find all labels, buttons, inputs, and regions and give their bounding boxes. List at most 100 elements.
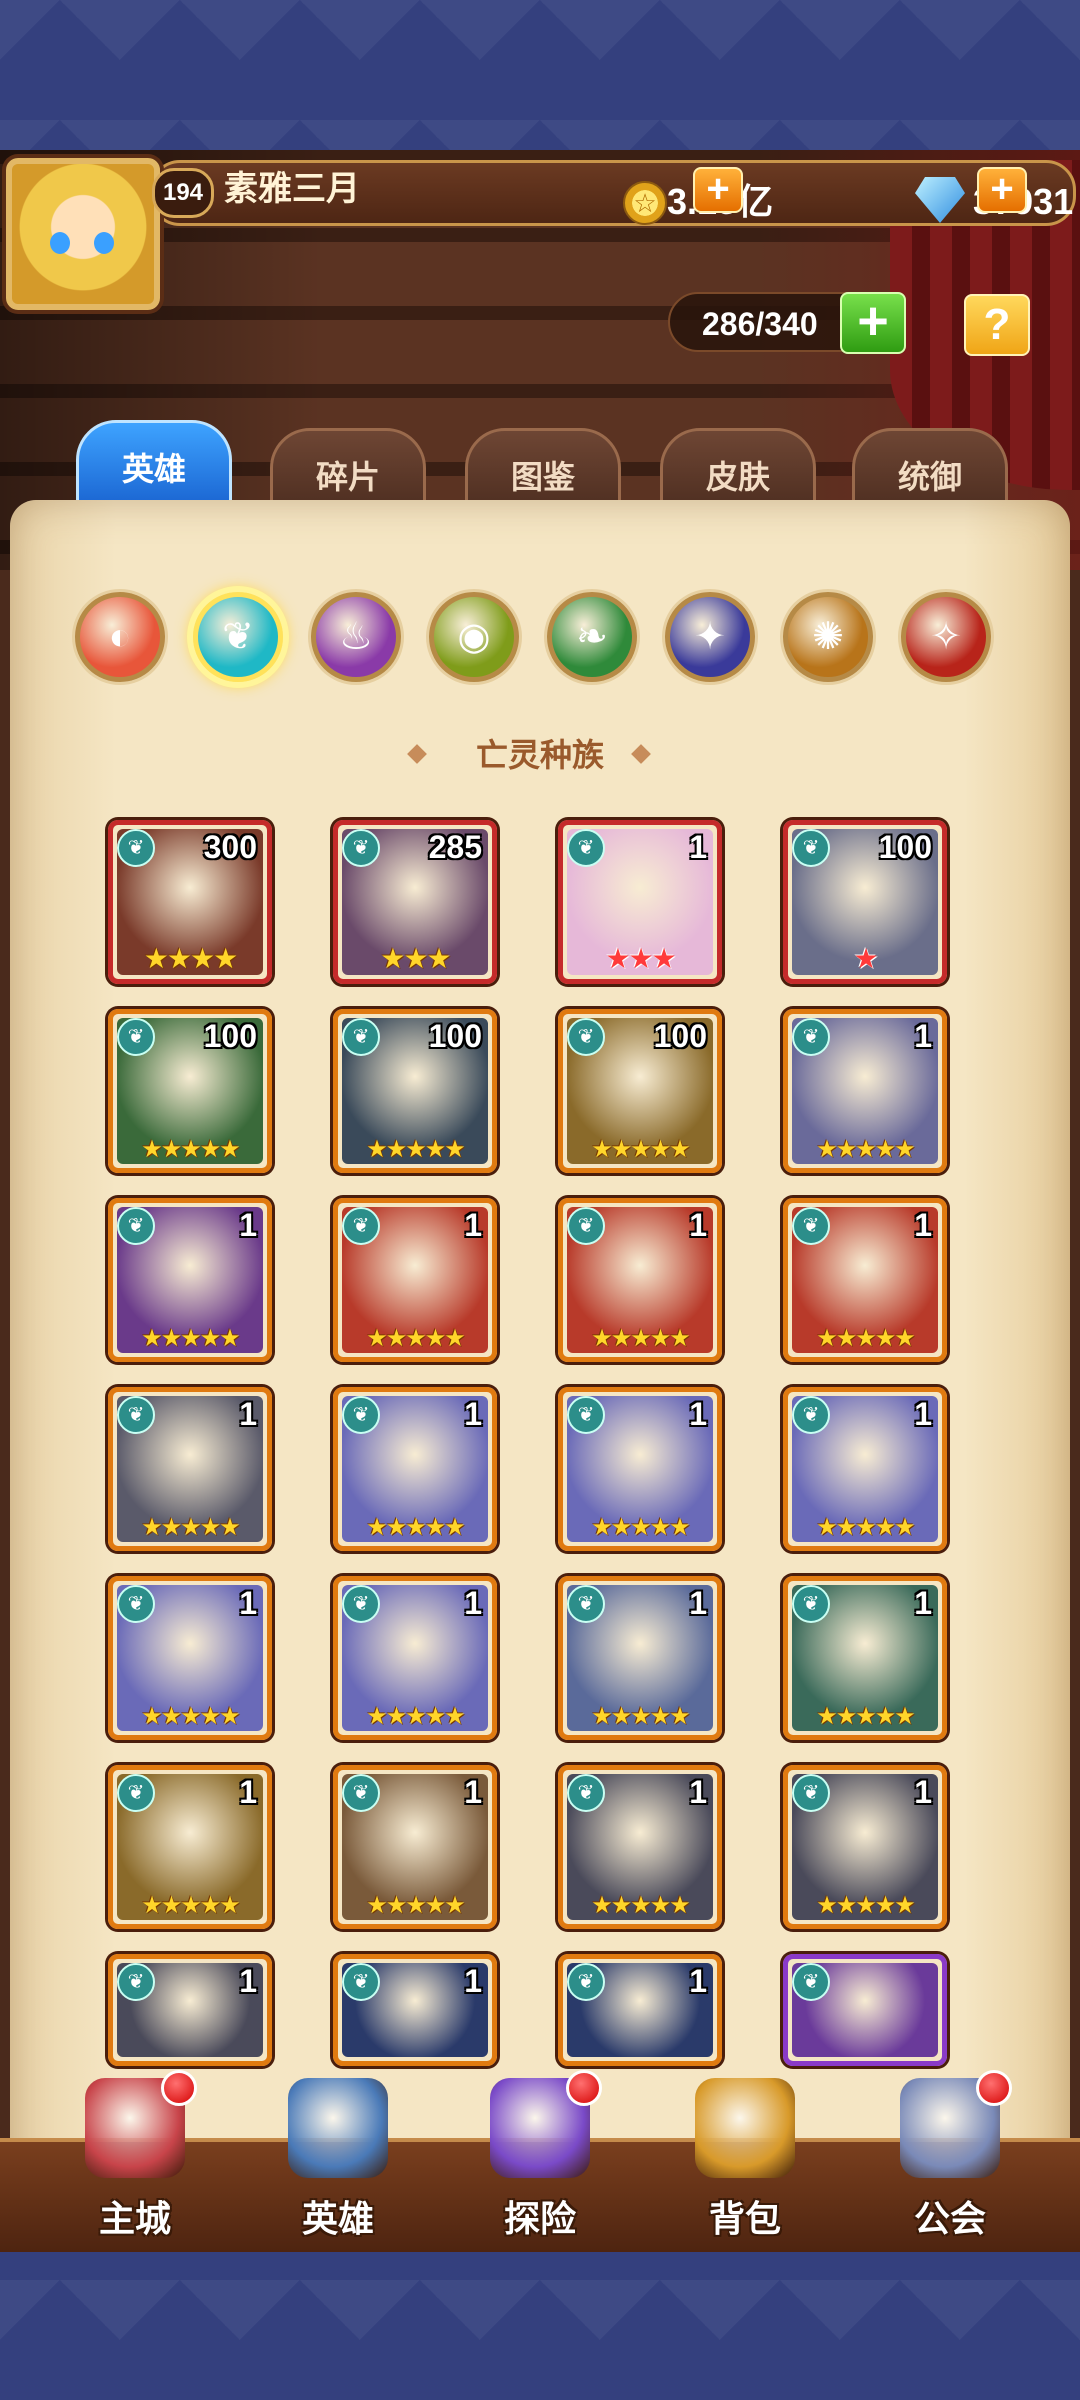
hero-count: 1 bbox=[914, 1207, 932, 1243]
hero-card[interactable]: ❦ 1 ★★★★★ bbox=[783, 1576, 947, 1740]
hero-card[interactable]: ❦ 1 bbox=[558, 1954, 722, 2066]
hero-card[interactable]: ❦ 1 ★★★★★ bbox=[558, 1765, 722, 1929]
hero-portrait-icon bbox=[288, 2078, 388, 2178]
nature-icon[interactable]: ❧ bbox=[547, 592, 637, 682]
undead-race-icon: ❦ bbox=[117, 1207, 155, 1245]
chaos-icon[interactable]: ✧ bbox=[901, 592, 991, 682]
hero-card[interactable]: ❦ 1 ★★★★★ bbox=[558, 1387, 722, 1551]
help-button[interactable]: ? bbox=[964, 294, 1030, 356]
undead-race-icon: ❦ bbox=[117, 829, 155, 867]
hero-card[interactable]: ❦ 1 ★★★★★ bbox=[333, 1387, 497, 1551]
hero-count: 1 bbox=[914, 1396, 932, 1432]
hero-card[interactable]: ❦ 1 ★★★★★ bbox=[783, 1198, 947, 1362]
hero-count: 1 bbox=[464, 1963, 482, 1999]
notification-dot bbox=[976, 2070, 1012, 2106]
dark-icon[interactable]: ✦ bbox=[665, 592, 755, 682]
star-rating: ★★★★★ bbox=[141, 1892, 241, 1919]
nav-label: 探险 bbox=[503, 2198, 576, 2239]
star-rating: ★★★★★ bbox=[816, 1514, 916, 1541]
hero-card[interactable]: ❦ 1 ★★★★★ bbox=[333, 1198, 497, 1362]
hero-card[interactable]: ❦ 1 bbox=[333, 1954, 497, 2066]
hero-card[interactable]: ❦ 1 ★★★★★ bbox=[333, 1576, 497, 1740]
undead-race-icon: ❦ bbox=[792, 1396, 830, 1434]
undead-race-icon: ❦ bbox=[792, 1963, 830, 2001]
notification-dot bbox=[566, 2070, 602, 2106]
undead-race-icon: ❦ bbox=[342, 1774, 380, 1812]
hero-card[interactable]: ❦ 100 ★★★★★ bbox=[333, 1009, 497, 1173]
undead-race-icon: ❦ bbox=[567, 829, 605, 867]
nav-portal[interactable]: 探险 bbox=[460, 2070, 620, 2250]
hero-card[interactable]: ❦ 1 ★★★★★ bbox=[783, 1009, 947, 1173]
demon-icon[interactable]: ♨ bbox=[311, 592, 401, 682]
light-icon[interactable]: ✺ bbox=[783, 592, 873, 682]
undead-race-icon: ❦ bbox=[342, 1018, 380, 1056]
add-gold-button[interactable]: + bbox=[693, 167, 743, 213]
undead-race-icon: ❦ bbox=[342, 1207, 380, 1245]
hero-count: 1 bbox=[239, 1774, 257, 1810]
hero-card[interactable]: ❦ 1 ★★★★★ bbox=[333, 1765, 497, 1929]
hero-card[interactable]: ❦ 1 ★★★★★ bbox=[108, 1765, 272, 1929]
hero-card[interactable]: ❦ 1 ★★★ bbox=[558, 820, 722, 984]
all-factions-icon[interactable]: ◐ bbox=[75, 592, 165, 682]
nav-hero-portrait[interactable]: 英雄 bbox=[258, 2070, 418, 2250]
nav-label: 主城 bbox=[98, 2198, 171, 2239]
star-rating: ★★★★★ bbox=[591, 1136, 691, 1163]
star-rating: ★ bbox=[853, 943, 878, 974]
hero-card[interactable]: ❦ 1 ★★★★★ bbox=[108, 1576, 272, 1740]
hero-count: 1 bbox=[689, 1774, 707, 1810]
hero-count: 1 bbox=[239, 1963, 257, 1999]
hero-count: 1 bbox=[689, 1585, 707, 1621]
star-rating: ★★★★★ bbox=[591, 1325, 691, 1352]
nav-guild-tower[interactable]: 公会 bbox=[870, 2070, 1030, 2250]
player-level-badge: 194 bbox=[152, 168, 214, 218]
notification-dot bbox=[161, 2070, 197, 2106]
star-rating: ★★★★★ bbox=[366, 1136, 466, 1163]
star-rating: ★★★★★ bbox=[366, 1703, 466, 1730]
nav-castle[interactable]: 主城 bbox=[55, 2070, 215, 2250]
add-gems-button[interactable]: + bbox=[977, 167, 1027, 213]
hero-count: 1 bbox=[464, 1207, 482, 1243]
hero-count: 300 bbox=[203, 829, 257, 865]
hero-card[interactable]: ❦ 100 ★★★★★ bbox=[108, 1009, 272, 1173]
undead-race-icon: ❦ bbox=[117, 1774, 155, 1812]
hero-card[interactable]: ❦ 1 ★★★★★ bbox=[783, 1387, 947, 1551]
hero-card[interactable]: ❦ 1 ★★★★★ bbox=[783, 1765, 947, 1929]
hero-count: 1 bbox=[689, 1963, 707, 1999]
hero-card[interactable]: ❦ 1 bbox=[108, 1954, 272, 2066]
undead-race-icon: ❦ bbox=[792, 1585, 830, 1623]
backpack-icon bbox=[695, 2078, 795, 2178]
hero-card[interactable]: ❦ 1 ★★★★★ bbox=[108, 1198, 272, 1362]
undead-race-icon: ❦ bbox=[567, 1018, 605, 1056]
undead-icon[interactable]: ❦ bbox=[193, 592, 283, 682]
star-rating: ★★★★★ bbox=[591, 1892, 691, 1919]
hero-card[interactable]: ❦ 300 ★★★★ bbox=[108, 820, 272, 984]
star-rating: ★★★★★ bbox=[816, 1325, 916, 1352]
hero-count: 100 bbox=[428, 1018, 482, 1054]
undead-race-icon: ❦ bbox=[117, 1963, 155, 2001]
nav-backpack[interactable]: 背包 bbox=[665, 2070, 825, 2250]
undead-race-icon: ❦ bbox=[117, 1396, 155, 1434]
faction-filter-row: ◐ ❦ ♨ ◉ ❧ ✦ ✺ ✧ bbox=[75, 592, 1045, 692]
hero-count: 1 bbox=[239, 1207, 257, 1243]
hero-count: 100 bbox=[878, 829, 932, 865]
nav-label: 英雄 bbox=[301, 2198, 374, 2239]
hero-card[interactable]: ❦ 285 ★★★ bbox=[333, 820, 497, 984]
star-rating: ★★★★★ bbox=[816, 1703, 916, 1730]
hero-card[interactable]: ❦ 100 ★★★★★ bbox=[558, 1009, 722, 1173]
hero-card[interactable]: ❦ 1 ★★★★★ bbox=[108, 1387, 272, 1551]
star-rating: ★★★★★ bbox=[816, 1136, 916, 1163]
gold-coin-icon: ☆ bbox=[623, 181, 667, 225]
star-rating: ★★★★★ bbox=[366, 1892, 466, 1919]
hero-card[interactable]: ❦ 1 ★★★★★ bbox=[558, 1576, 722, 1740]
hero-card[interactable]: ❦ bbox=[783, 1954, 947, 2066]
player-avatar[interactable] bbox=[6, 158, 160, 310]
star-rating: ★★★★★ bbox=[591, 1703, 691, 1730]
expand-capacity-button[interactable]: + bbox=[840, 292, 906, 354]
undead-race-icon: ❦ bbox=[792, 1207, 830, 1245]
undead-race-icon: ❦ bbox=[342, 1396, 380, 1434]
hero-card[interactable]: ❦ 1 ★★★★★ bbox=[558, 1198, 722, 1362]
forest-icon[interactable]: ◉ bbox=[429, 592, 519, 682]
hero-card[interactable]: ❦ 100 ★ bbox=[783, 820, 947, 984]
hero-count: 285 bbox=[428, 829, 482, 865]
undead-race-icon: ❦ bbox=[117, 1585, 155, 1623]
